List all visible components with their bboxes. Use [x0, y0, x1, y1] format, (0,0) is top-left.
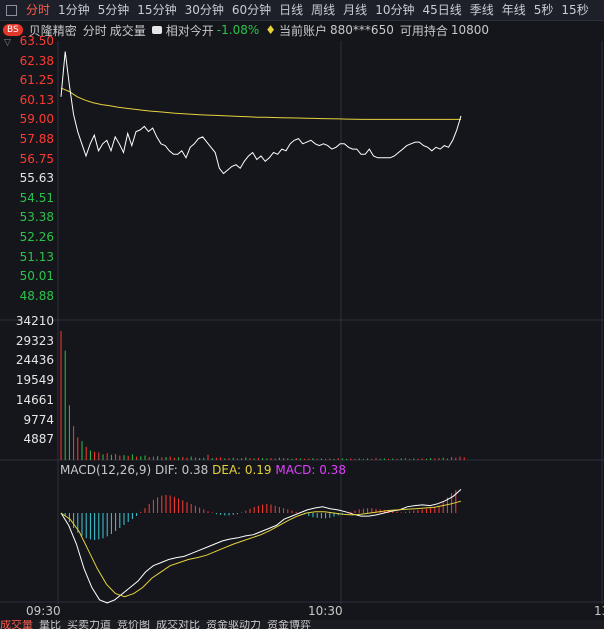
macd-value: 0.38 [319, 463, 346, 477]
chart-canvas[interactable] [0, 0, 604, 629]
price-line [60, 51, 462, 175]
indicator-tab-2[interactable]: 买卖力道 [67, 620, 111, 629]
dif-label: DIF: [154, 463, 178, 477]
dea-label: DEA: [212, 463, 242, 477]
macd-title: MACD(12,26,9) [60, 463, 152, 477]
price-tick-label: 55.63 [19, 171, 54, 186]
macd-header: MACD(12,26,9) DIF: 0.38 DEA: 0.19 MACD: … [60, 463, 346, 477]
price-tick-label: 57.88 [19, 132, 54, 146]
volume-tick-label: 4887 [23, 432, 54, 447]
indicator-tab-1[interactable]: 量比 [39, 620, 61, 629]
volume-tick-label: 29323 [15, 333, 54, 348]
avg-price-line [60, 87, 461, 120]
price-tick-label: 53.38 [19, 210, 54, 225]
dif-value: 0.38 [181, 463, 209, 477]
time-mid: 10:30 [308, 604, 343, 618]
indicator-tab-0[interactable]: 成交量 [0, 620, 33, 629]
price-tick-label: 61.25 [19, 73, 54, 88]
volume-tick-label: 24436 [15, 353, 54, 368]
volume-tick-label: 14661 [15, 392, 54, 407]
price-tick-label: 62.38 [19, 53, 54, 68]
macd-label: MACD: [275, 463, 316, 477]
price-tick-label: 59.00 [19, 112, 54, 127]
time-end: 13 [594, 604, 604, 618]
price-tick-label: 50.01 [19, 269, 54, 284]
indicator-tabs: 成交量 量比 买卖力道 竞价图 成交对比 资金驱动力 资金博弈 [0, 620, 604, 629]
price-tick-label: 54.51 [19, 190, 54, 205]
time-start: 09:30 [26, 604, 61, 618]
indicator-tab-3[interactable]: 竞价图 [117, 620, 150, 629]
price-tick-label: 60.13 [19, 92, 54, 107]
volume-tick-label: 9774 [23, 412, 54, 427]
price-tick-label: 56.75 [19, 151, 54, 166]
dif-line [60, 489, 462, 604]
dea-line [60, 500, 462, 598]
indicator-tab-4[interactable]: 成交对比 [156, 620, 200, 629]
dea-value: 0.19 [244, 463, 272, 477]
volume-tick-label: 19549 [15, 373, 54, 388]
price-tick-label: 63.50 [19, 34, 54, 48]
price-tick-label: 48.88 [19, 288, 54, 303]
indicator-tab-5[interactable]: 资金驱动力 [206, 620, 261, 629]
indicator-tab-6[interactable]: 资金博弈 [267, 620, 311, 629]
volume-tick-label: 34210 [15, 314, 54, 328]
price-tick-label: 51.13 [19, 249, 54, 264]
price-tick-label: 52.26 [19, 230, 54, 244]
